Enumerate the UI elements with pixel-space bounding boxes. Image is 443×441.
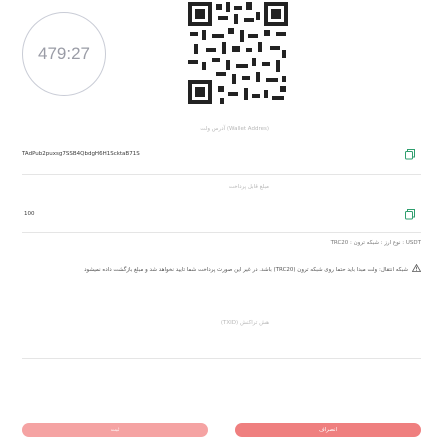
copy-icon[interactable] [404,208,416,220]
countdown-timer: 479:27 [22,12,106,96]
cancel-button[interactable]: انصراف [235,423,421,437]
warning-text: شبکه انتقال: ولت مبدا باید حتما روی شبکه… [84,267,408,273]
timer-value: 479:27 [38,44,90,63]
copy-icon[interactable] [404,148,416,160]
qr-code [186,0,290,106]
cancel-button-label: انصراف [318,427,338,433]
wallet-address-value: TAdPub2puxsg7SSB4QbdgH6H1ScktaB71S [22,151,140,157]
hash-input[interactable] [22,330,421,358]
amount-label: مبلغ قابل پرداخت [228,184,269,190]
divider [22,232,421,233]
submit-button-label: ثبت [110,427,120,433]
amount-value: 100 [24,211,35,217]
divider [22,174,421,175]
divider [22,358,421,359]
hash-field-label: هش تراکنش (TXID) [220,320,269,326]
wallet-address-label: (Wallet Addres) آدرس ولت [200,126,269,132]
network-info: USDT : نوع ارز : شبکه ترون : TRC20 [330,240,421,246]
alert-triangle-icon [412,264,421,272]
submit-button[interactable]: ثبت [22,423,208,437]
